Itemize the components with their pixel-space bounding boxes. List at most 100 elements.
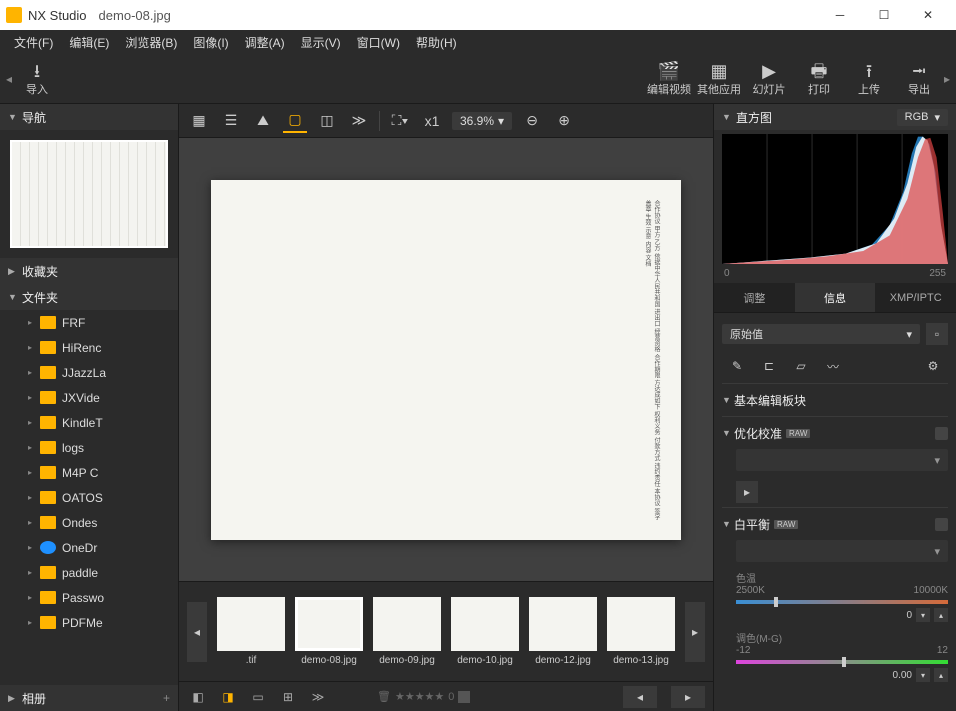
folder-item[interactable]: ▸logs <box>4 435 178 460</box>
folder-item[interactable]: ▸Ondes <box>4 510 178 535</box>
navigator-thumbnail[interactable] <box>0 130 178 258</box>
opt-play-button[interactable]: ▸ <box>736 481 758 503</box>
tint-down[interactable]: ▾ <box>916 668 930 682</box>
temp-up[interactable]: ▴ <box>934 608 948 622</box>
app-name: NX Studio <box>28 8 87 23</box>
maximize-button[interactable]: ☐ <box>862 0 906 30</box>
menu-adjust[interactable]: 调整(A) <box>237 34 293 51</box>
tab-info[interactable]: 信息 <box>795 283 876 312</box>
eyedropper-icon[interactable]: ✎ <box>726 355 748 377</box>
folders-header[interactable]: ▼文件夹 <box>0 284 178 310</box>
frame-button[interactable]: ▭ <box>247 686 269 708</box>
export-button[interactable]: ⭲导出 <box>894 56 944 102</box>
nav-label: 导航 <box>22 109 46 126</box>
save-preset-button[interactable]: ▫ <box>926 323 948 345</box>
tint-up[interactable]: ▴ <box>934 668 948 682</box>
menu-image[interactable]: 图像(I) <box>185 34 236 51</box>
stack-button[interactable]: ◧ <box>187 686 209 708</box>
folder-item[interactable]: ▸KindleT <box>4 410 178 435</box>
upload-button[interactable]: ⭱上传 <box>844 56 894 102</box>
map-view-button[interactable]: ⛰ <box>251 109 275 133</box>
filmstrip-prev[interactable]: ◂ <box>187 602 207 662</box>
rating-control[interactable]: 🗑 ★★★★★ 0 <box>377 690 470 703</box>
thumbnail[interactable]: demo-08.jpg <box>295 597 363 666</box>
filmstrip-next[interactable]: ▸ <box>685 602 705 662</box>
whitebalance-section-header[interactable]: ▼白平衡RAW <box>722 512 948 536</box>
thumbnail[interactable]: .tif <box>217 597 285 666</box>
folder-item[interactable]: ▸JXVide <box>4 385 178 410</box>
single-view-button[interactable]: ▢ <box>283 109 307 133</box>
curve-icon[interactable]: 〰 <box>822 355 844 377</box>
menu-view[interactable]: 显示(V) <box>293 34 349 51</box>
tint-slider[interactable]: 调色(M-G) -1212 0.00▾▴ <box>736 626 948 686</box>
tab-adjust[interactable]: 调整 <box>714 283 795 312</box>
gear-icon[interactable]: ⚙ <box>922 355 944 377</box>
thumbnail[interactable]: demo-09.jpg <box>373 597 441 666</box>
menu-window[interactable]: 窗口(W) <box>349 34 408 51</box>
folder-item[interactable]: ▸OATOS <box>4 485 178 510</box>
albums-label: 相册 <box>22 690 46 707</box>
grid-view-button[interactable]: ▦ <box>187 109 211 133</box>
folder-item[interactable]: ▸OneDr <box>4 535 178 560</box>
thumbnail[interactable]: demo-12.jpg <box>529 597 597 666</box>
zoom-in-button[interactable]: ⊕ <box>552 109 576 133</box>
albums-header[interactable]: ▶相册+ <box>0 685 178 711</box>
other-apps-button[interactable]: ▦其他应用 <box>694 56 744 102</box>
temp-down[interactable]: ▾ <box>916 608 930 622</box>
folder-item[interactable]: ▸paddle <box>4 560 178 585</box>
stack-active-button[interactable]: ◨ <box>217 686 239 708</box>
edit-video-button[interactable]: 🎬编辑视频 <box>644 56 694 102</box>
expand-icon: ▸ <box>28 568 40 577</box>
grid-button[interactable]: ⊞ <box>277 686 299 708</box>
histogram-header[interactable]: ▼ 直方图 RGB▾ <box>714 104 956 130</box>
list-view-button[interactable]: ☰ <box>219 109 243 133</box>
folder-item[interactable]: ▸HiRenc <box>4 335 178 360</box>
wb-checkbox[interactable] <box>935 518 948 531</box>
opt-checkbox[interactable] <box>935 427 948 440</box>
thumbnail[interactable]: demo-10.jpg <box>451 597 519 666</box>
image-viewer[interactable]: 合作协议 甲方 乙方 依据中华人民共和国 进出口 经营资格 合作期限 方达成如下… <box>179 138 713 581</box>
folder-item[interactable]: ▸M4P C <box>4 460 178 485</box>
menu-edit[interactable]: 编辑(E) <box>61 34 117 51</box>
temp-slider[interactable]: 色温 2500K10000K 0▾▴ <box>736 566 948 626</box>
prev-image-button[interactable]: ◂ <box>623 686 657 708</box>
channel-select[interactable]: RGB▾ <box>897 109 948 126</box>
menu-help[interactable]: 帮助(H) <box>408 34 465 51</box>
more-button[interactable]: ≫ <box>307 686 329 708</box>
compare-view-button[interactable]: ◫ <box>315 109 339 133</box>
import-button[interactable]: ⭳ 导入 <box>12 56 62 102</box>
next-image-button[interactable]: ▸ <box>671 686 705 708</box>
favorites-header[interactable]: ▶收藏夹 <box>0 258 178 284</box>
zoom-dropdown[interactable]: 36.9%▾ <box>452 112 512 130</box>
optimize-section-header[interactable]: ▼优化校准RAW <box>722 421 948 445</box>
print-button[interactable]: 🖶打印 <box>794 56 844 102</box>
minimize-button[interactable]: ─ <box>818 0 862 30</box>
folder-item[interactable]: ▸PDFMe <box>4 610 178 635</box>
opt-select[interactable]: ▾ <box>736 449 948 471</box>
right-panel-toggle[interactable]: ▸ <box>944 70 950 88</box>
fit-button[interactable]: ⛶▾ <box>388 109 412 133</box>
wb-select[interactable]: ▾ <box>736 540 948 562</box>
expand-icon: ▸ <box>28 518 40 527</box>
zoom-out-button[interactable]: ⊖ <box>520 109 544 133</box>
nav-panel-header[interactable]: ▼导航 <box>0 104 178 130</box>
slideshow-button[interactable]: ▶幻灯片 <box>744 56 794 102</box>
folder-item[interactable]: ▸JJazzLa <box>4 360 178 385</box>
tab-xmp[interactable]: XMP/IPTC <box>875 283 956 312</box>
basic-section-header[interactable]: ▼基本编辑板块 <box>722 388 948 412</box>
folder-label: PDFMe <box>62 616 103 630</box>
actual-size-button[interactable]: x1 <box>420 109 444 133</box>
close-button[interactable]: ✕ <box>906 0 950 30</box>
folder-item[interactable]: ▸Passwo <box>4 585 178 610</box>
crop-icon[interactable]: ⊏ <box>758 355 780 377</box>
menu-browser[interactable]: 浏览器(B) <box>117 34 185 51</box>
preset-select[interactable]: 原始值▾ <box>722 324 920 344</box>
thumbnail[interactable]: demo-13.jpg <box>607 597 675 666</box>
label-color[interactable] <box>458 691 470 703</box>
folder-item[interactable]: ▸FRF <box>4 310 178 335</box>
menu-file[interactable]: 文件(F) <box>6 34 61 51</box>
more-views-button[interactable]: ≫ <box>347 109 371 133</box>
straighten-icon[interactable]: ▱ <box>790 355 812 377</box>
thumb-label: demo-10.jpg <box>457 655 513 666</box>
favorites-label: 收藏夹 <box>22 263 58 280</box>
